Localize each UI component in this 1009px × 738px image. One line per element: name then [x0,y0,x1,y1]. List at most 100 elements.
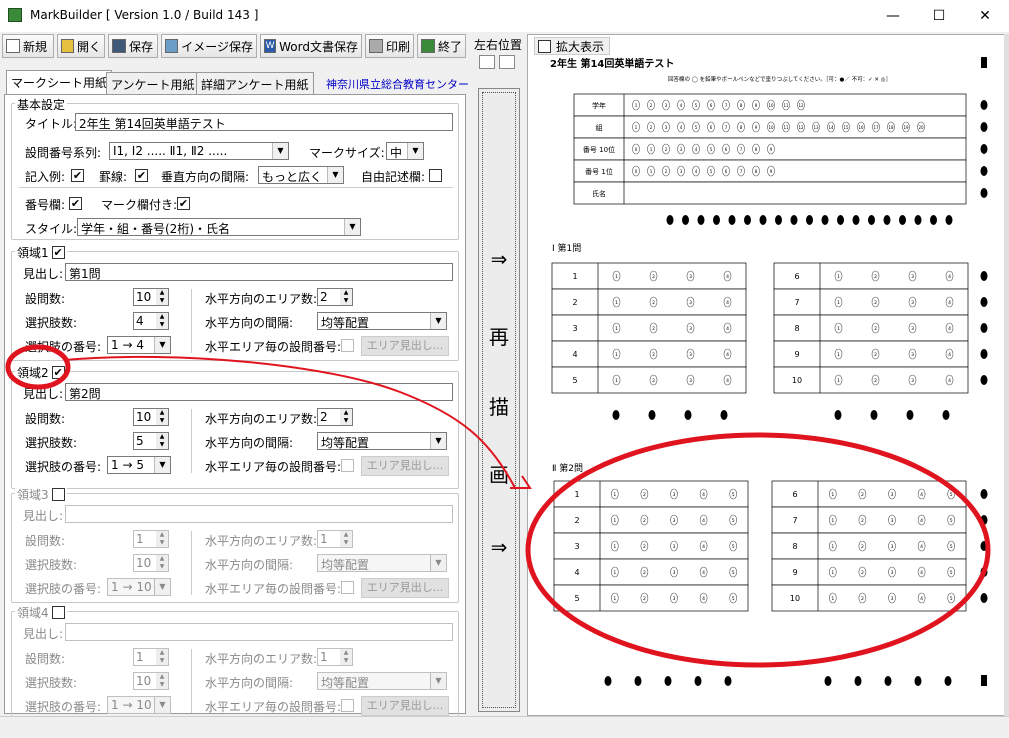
region-4-h-areas-spinner[interactable]: 1 ▲ ▼ [317,648,353,666]
mark-col-checkbox[interactable]: ✔ [177,197,190,210]
series-select[interactable]: Ⅰ1, Ⅰ2 ..... Ⅱ1, Ⅱ2 ..... ▼ [109,142,289,160]
image-save-button[interactable]: イメージ保存 [161,34,257,58]
region-3-questions-spinner[interactable]: 1 ▲ ▼ [133,530,169,548]
position-right-button[interactable] [499,55,515,69]
spin-up-icon[interactable]: ▲ [156,649,168,657]
title-input[interactable]: 2年生 第14回英単語テスト [75,113,453,131]
spin-down-icon[interactable]: ▼ [340,539,352,547]
spin-up-icon[interactable]: ▲ [156,433,168,441]
spin-up-icon[interactable]: ▲ [156,409,168,417]
region-2-heading-input[interactable]: 第2問 [65,383,453,401]
region-2-area-heading-button[interactable]: エリア見出し... [361,456,449,476]
region-1-h-qnum-checkbox[interactable] [341,339,354,352]
print-button[interactable]: 印刷 [365,34,414,58]
question-number: 10 [792,376,802,385]
tab-detailed-survey[interactable]: 詳細アンケート用紙 [196,72,314,94]
freeform-checkbox[interactable] [429,169,442,182]
region-1-choices-spinner[interactable]: 4 ▲ ▼ [133,312,169,330]
spin-down-icon[interactable]: ▼ [156,441,168,449]
region-2-choices-spinner[interactable]: 5 ▲ ▼ [133,432,169,450]
region-2-h-qnum-checkbox[interactable] [341,459,354,472]
region-1-heading-input[interactable]: 第1問 [65,263,453,281]
mark-number: 4 [726,326,729,332]
region-1-questions-spinner[interactable]: 10 ▲ ▼ [133,288,169,306]
region-3-h-areas-spinner[interactable]: 1 ▲ ▼ [317,530,353,548]
region-3-checkbox[interactable] [51,488,65,501]
region-4-h-qnum-checkbox[interactable] [341,699,354,712]
spin-down-icon[interactable]: ▼ [156,297,168,305]
spin-down-icon[interactable]: ▼ [156,539,168,547]
spin-up-icon[interactable]: ▲ [340,289,352,297]
spin-up-icon[interactable]: ▲ [156,313,168,321]
region-3-choice-nums-select[interactable]: 1 → 10 ▼ [107,578,171,596]
word-save-button[interactable]: W Word文書保存 [260,34,362,58]
region-4-choices-spinner[interactable]: 10 ▲ ▼ [133,672,169,690]
region-1-h-areas-spinner[interactable]: 2 ▲ ▼ [317,288,353,306]
ruled-checkbox[interactable]: ✔ [135,169,148,182]
question-row [773,366,969,394]
region-3-h-qnum-checkbox[interactable] [341,581,354,594]
open-button[interactable]: 開く [57,34,105,58]
save-button[interactable]: 保存 [108,34,158,58]
region-2-h-areas-spinner[interactable]: 2 ▲ ▼ [317,408,353,426]
mark-number: 1 [837,274,840,280]
region-1-choice-nums-select[interactable]: 1 → 4 ▼ [107,336,171,354]
save-label: 保存 [129,39,154,54]
region-2-questions-spinner[interactable]: 10 ▲ ▼ [133,408,169,426]
minimize-icon[interactable]: — [870,0,916,32]
tab-survey[interactable]: アンケート用紙 [106,72,200,94]
region-1-area-heading-button[interactable]: エリア見出し... [361,336,449,356]
region-4-questions-spinner[interactable]: 1 ▲ ▼ [133,648,169,666]
mark-number: 4 [702,518,705,524]
region-1-h-spacing-select[interactable]: 均等配置 ▼ [317,312,447,330]
exit-button[interactable]: 終了 [417,34,466,58]
number-col-checkbox[interactable]: ✔ [69,197,82,210]
settings-panel: 基本設定 タイトル: 2年生 第14回英単語テスト 設問番号系列: Ⅰ1, Ⅰ2… [4,94,466,721]
spin-down-icon[interactable]: ▼ [156,681,168,689]
mark-sheet-preview: 2年生 第14回英単語テスト 回答欄の ◯ を鉛筆やボールペンなどで塗りつぶして… [550,57,988,686]
spin-down-icon[interactable]: ▼ [156,417,168,425]
region-2-checkbox[interactable]: ✔ [51,366,65,379]
region-3-area-heading-button[interactable]: エリア見出し... [361,578,449,598]
redraw-button[interactable]: ⇒ 再 描 画 ⇒ [478,88,520,712]
maximize-icon[interactable]: ☐ [916,0,962,32]
spin-up-icon[interactable]: ▲ [340,649,352,657]
vspacing-select[interactable]: もっと広く ▼ [258,166,344,184]
region-4-heading-input[interactable] [65,623,453,641]
position-left-button[interactable] [479,55,495,69]
region-3-choices-spinner[interactable]: 10 ▲ ▼ [133,554,169,572]
spin-down-icon[interactable]: ▼ [340,657,352,665]
region-2-choice-nums-select[interactable]: 1 → 5 ▼ [107,456,171,474]
spin-down-icon[interactable]: ▼ [340,297,352,305]
spin-down-icon[interactable]: ▼ [156,321,168,329]
mark-size-select[interactable]: 中 ▼ [386,142,424,160]
region-4-area-heading-button[interactable]: エリア見出し... [361,696,449,716]
example-checkbox[interactable]: ✔ [71,169,84,182]
tab-marksheet[interactable]: マークシート用紙 [6,70,113,94]
close-icon[interactable]: ✕ [962,0,1008,32]
region-1-checkbox[interactable]: ✔ [51,246,65,259]
timing-mark [980,515,988,525]
region-3-heading-input[interactable] [65,505,453,523]
spin-up-icon[interactable]: ▲ [156,289,168,297]
preview-pane[interactable]: 拡大表示 2年生 第14回英単語テスト 回答欄の ◯ を鉛筆やボールペンなどで塗… [527,34,1005,716]
new-button[interactable]: 新規 [2,34,54,58]
spin-up-icon[interactable]: ▲ [156,531,168,539]
spin-down-icon[interactable]: ▼ [156,657,168,665]
spin-down-icon[interactable]: ▼ [156,563,168,571]
spin-up-icon[interactable]: ▲ [340,409,352,417]
spin-up-icon[interactable]: ▲ [156,673,168,681]
mark-number: 7 [740,147,743,152]
region-4-choice-nums-select[interactable]: 1 → 10 ▼ [107,696,171,714]
region-3-h-spacing-select[interactable]: 均等配置 ▼ [317,554,447,572]
style-select[interactable]: 学年・組・番号(2桁)・氏名 ▼ [77,218,361,236]
timing-mark [666,215,674,225]
region-4-h-spacing-select[interactable]: 均等配置 ▼ [317,672,447,690]
region-4-checkbox[interactable] [51,606,65,619]
spin-up-icon[interactable]: ▲ [340,531,352,539]
org-link[interactable]: 神奈川県立総合教育センター [326,76,469,92]
timing-mark [697,215,705,225]
spin-up-icon[interactable]: ▲ [156,555,168,563]
spin-down-icon[interactable]: ▼ [340,417,352,425]
region-2-h-spacing-select[interactable]: 均等配置 ▼ [317,432,447,450]
